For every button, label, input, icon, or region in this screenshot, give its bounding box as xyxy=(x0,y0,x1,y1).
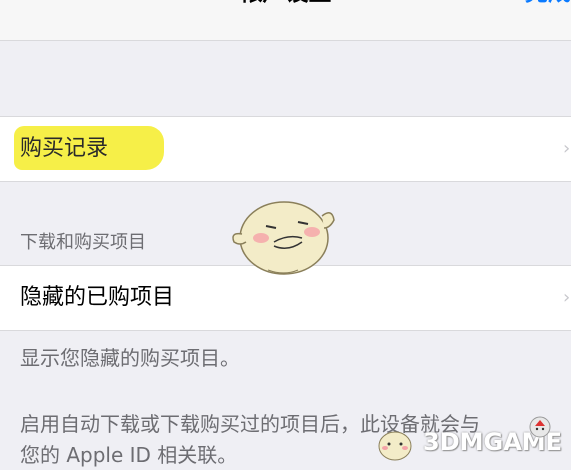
watermark-badge-icon xyxy=(529,416,551,438)
purchase-history-label: 购买记录 xyxy=(20,136,109,161)
auto-download-footer-line2: 您的 Apple ID 相关联。 xyxy=(20,443,238,467)
watermark-logo: 3DMGAME xyxy=(373,416,563,466)
section-header-downloads: 下载和购买项目 xyxy=(20,232,146,253)
purchase-history-row[interactable]: 购买记录 › xyxy=(0,116,571,182)
navigation-bar: 帐户设置 完成 xyxy=(0,0,571,41)
done-button[interactable]: 完成 xyxy=(525,0,571,8)
top-cut-row xyxy=(0,40,571,41)
mascot-sticker-icon xyxy=(232,201,335,275)
hidden-purchases-label: 隐藏的已购项目 xyxy=(20,285,175,310)
chevron-right-icon: › xyxy=(563,138,571,159)
page-title: 帐户设置 xyxy=(0,0,571,8)
watermark-mascot-icon xyxy=(378,431,412,461)
chevron-right-icon: › xyxy=(563,287,571,308)
hidden-purchases-footer: 显示您隐藏的购买项目。 xyxy=(20,346,240,370)
